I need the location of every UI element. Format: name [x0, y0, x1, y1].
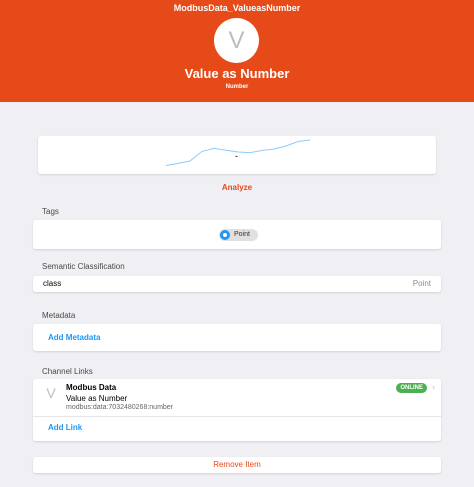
item-name: ModbusData_ValueasNumber: [173, 3, 301, 13]
channel-label: Value as Number: [66, 394, 128, 403]
item-label: Value as Number: [184, 66, 290, 81]
status-badge: ONLINE: [396, 383, 427, 393]
current-value-label: -: [235, 151, 238, 161]
chevron-right-icon: ›: [432, 382, 435, 392]
channel-links-card: V Modbus Data Value as Number modbus:dat…: [33, 379, 441, 441]
tags-card: Point: [33, 220, 441, 249]
metadata-section-title: Metadata: [42, 311, 76, 320]
channel-thing-label: Modbus Data: [66, 383, 117, 392]
item-header: ModbusData_ValueasNumber V Value as Numb…: [0, 0, 474, 102]
add-metadata-button[interactable]: Add Metadata: [48, 333, 100, 342]
channel-uid: modbus:data:7032480268:number: [66, 404, 174, 411]
semantic-row[interactable]: class Point: [33, 276, 441, 292]
channel-links-section-title: Channel Links: [42, 367, 93, 376]
sparkline-series: [165, 139, 311, 166]
metadata-card: Add Metadata: [33, 324, 441, 351]
item-type: Number: [225, 84, 249, 90]
channel-avatar: V: [46, 385, 56, 401]
tag-chip-label: Point: [234, 231, 250, 238]
item-avatar: V: [214, 18, 259, 63]
tags-section-title: Tags: [42, 207, 59, 216]
remove-item-button[interactable]: Remove Item: [33, 460, 441, 469]
semantic-label: class: [43, 279, 62, 288]
sparkline-chart: -: [165, 139, 311, 166]
tag-icon: [220, 230, 230, 240]
semantic-value: Point: [412, 279, 431, 288]
chart-preview-card[interactable]: -: [38, 136, 436, 174]
divider: [33, 416, 441, 417]
semantic-section-title: Semantic Classification: [42, 262, 125, 271]
analyze-button[interactable]: Analyze: [0, 183, 474, 192]
tag-chip[interactable]: Point: [219, 229, 258, 241]
remove-item-card: Remove Item: [33, 457, 441, 473]
add-link-button[interactable]: Add Link: [48, 423, 82, 432]
